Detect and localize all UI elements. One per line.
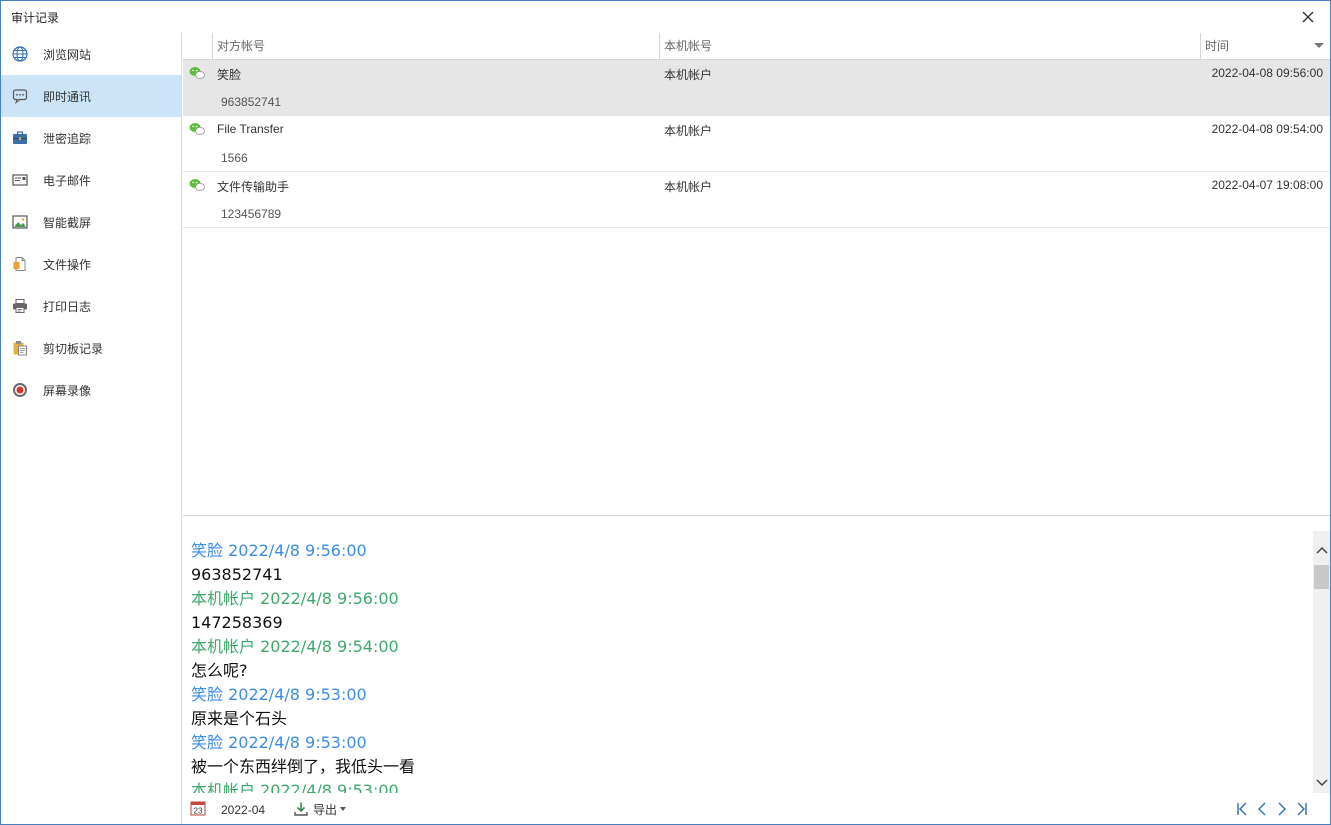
title-bar: 审计记录 — [1, 1, 1330, 33]
briefcase-icon — [11, 129, 29, 147]
sidebar-item-print-log[interactable]: 打印日志 — [1, 285, 181, 327]
sidebar-item-email[interactable]: 电子邮件 — [1, 159, 181, 201]
scroll-down-button[interactable] — [1313, 774, 1330, 791]
date-filter[interactable]: 2022-04 — [221, 803, 265, 817]
chat-scrollbar[interactable] — [1313, 531, 1330, 793]
sidebar-item-label: 浏览网站 — [43, 47, 92, 62]
scroll-up-button[interactable] — [1313, 541, 1330, 558]
sidebar-item-label: 泄密追踪 — [43, 131, 92, 146]
chevron-down-icon — [340, 807, 347, 811]
chevron-right-icon — [1278, 802, 1286, 816]
sidebar-item-leak-tracking[interactable]: 泄密追踪 — [1, 117, 181, 159]
sidebar-item-label: 文件操作 — [43, 257, 92, 272]
window-title: 审计记录 — [11, 11, 60, 25]
calendar-icon: 23 — [190, 801, 206, 816]
column-header-time[interactable]: 时间 — [1200, 33, 1330, 59]
wechat-icon — [189, 122, 205, 136]
clipboard-icon — [11, 339, 29, 357]
sidebar-item-instant-messaging[interactable]: 即时通讯 — [1, 75, 181, 117]
sidebar-item-label: 屏幕录像 — [43, 383, 92, 398]
export-button[interactable]: 导出 — [293, 799, 347, 819]
chat-sender-line: 笑脸 2022/4/8 9:56:00 — [191, 541, 367, 560]
chat-message: 147258369 — [191, 613, 283, 632]
sidebar-item-label: 打印日志 — [43, 299, 92, 314]
chat-message: 原来是个石头 — [191, 709, 288, 728]
chat-sender-line: 笑脸 2022/4/8 9:53:00 — [191, 733, 367, 752]
image-icon — [11, 213, 29, 231]
sidebar-item-clipboard-record[interactable]: 剪切板记录 — [1, 327, 181, 369]
first-page-button[interactable] — [1232, 800, 1252, 818]
last-page-button[interactable] — [1292, 800, 1312, 818]
next-page-button[interactable] — [1272, 800, 1292, 818]
conversation-list: 笑脸 963852741 本机帐户 2022-04-08 09:56:00 Fi… — [183, 60, 1330, 228]
table-row[interactable]: 笑脸 963852741 本机帐户 2022-04-08 09:56:00 — [183, 60, 1330, 116]
sidebar-item-file-operations[interactable]: 文件操作 — [1, 243, 181, 285]
sidebar: 浏览网站 即时通讯 泄密追踪 电子邮件 智能截屏 文件操作 打印日志 剪切板记录… — [1, 33, 182, 824]
printer-icon — [11, 297, 29, 315]
sidebar-item-screen-recording[interactable]: 屏幕录像 — [1, 369, 181, 411]
chat-transcript: 笑脸 2022/4/8 9:56:00 963852741 本机帐户 2022/… — [183, 531, 1313, 793]
chat-message: 怎么呢? — [191, 661, 248, 680]
globe-icon — [11, 45, 29, 63]
peer-id: 1566 — [221, 151, 248, 165]
email-icon — [11, 171, 29, 189]
export-label: 导出 — [313, 802, 338, 817]
sidebar-item-label: 即时通讯 — [43, 89, 92, 104]
sidebar-item-label: 剪切板记录 — [43, 341, 104, 356]
record-time: 2022-04-08 09:54:00 — [1211, 122, 1323, 136]
file-icon — [11, 255, 29, 273]
column-header-local-account[interactable]: 本机帐号 — [659, 33, 1200, 59]
last-page-icon — [1297, 802, 1307, 816]
wechat-icon — [189, 66, 205, 80]
local-account: 本机帐户 — [664, 68, 713, 82]
chat-sender-line: 本机帐户 2022/4/8 9:53:00 — [191, 781, 399, 793]
chat-message: 被一个东西绊倒了，我低头一看 — [191, 757, 416, 776]
sort-desc-icon — [1314, 43, 1324, 48]
footer-bar: 23 2022-04 导出 — [183, 795, 1330, 824]
first-page-icon — [1237, 802, 1247, 816]
sidebar-item-label: 电子邮件 — [43, 173, 92, 188]
column-header-peer-account[interactable]: 对方帐号 — [212, 33, 659, 59]
chevron-left-icon — [1258, 802, 1266, 816]
table-row[interactable]: 文件传输助手 123456789 本机帐户 2022-04-07 19:08:0… — [183, 172, 1330, 228]
pagination — [1232, 800, 1312, 818]
chevron-up-icon — [1315, 546, 1328, 554]
table-row[interactable]: File Transfer 1566 本机帐户 2022-04-08 09:54… — [183, 116, 1330, 172]
record-time: 2022-04-07 19:08:00 — [1211, 178, 1323, 192]
download-icon — [294, 802, 308, 816]
chat-message: 963852741 — [191, 565, 283, 584]
sidebar-item-smart-screenshot[interactable]: 智能截屏 — [1, 201, 181, 243]
close-icon — [1302, 11, 1314, 23]
chat-icon — [11, 87, 29, 105]
chat-sender-line: 笑脸 2022/4/8 9:53:00 — [191, 685, 367, 704]
chevron-down-icon — [1315, 778, 1328, 786]
local-account: 本机帐户 — [664, 180, 713, 194]
wechat-icon — [189, 178, 205, 192]
calendar-button[interactable]: 23 — [190, 800, 206, 816]
chat-sender-line: 本机帐户 2022/4/8 9:54:00 — [191, 637, 399, 656]
calendar-day: 23 — [194, 806, 203, 815]
peer-id: 123456789 — [221, 207, 282, 221]
record-time: 2022-04-08 09:56:00 — [1211, 66, 1323, 80]
close-button[interactable] — [1298, 7, 1318, 27]
peer-name: File Transfer — [217, 122, 284, 136]
column-header-time-label: 时间 — [1205, 39, 1230, 53]
record-icon — [11, 381, 29, 399]
peer-id: 963852741 — [221, 95, 282, 109]
panel-splitter[interactable] — [183, 515, 1330, 516]
local-account: 本机帐户 — [664, 124, 713, 138]
main-panel: 对方帐号 本机帐号 时间 笑脸 963852741 本机帐户 2022-04-0… — [183, 33, 1330, 824]
previous-page-button[interactable] — [1252, 800, 1272, 818]
peer-name: 笑脸 — [217, 68, 242, 82]
chat-sender-line: 本机帐户 2022/4/8 9:56:00 — [191, 589, 399, 608]
scroll-thumb[interactable] — [1314, 565, 1329, 589]
peer-name: 文件传输助手 — [217, 180, 290, 194]
audit-window: 审计记录 浏览网站 即时通讯 泄密追踪 电子邮件 智能截屏 文件操作 打印日志 … — [0, 0, 1331, 825]
sidebar-item-browse-web[interactable]: 浏览网站 — [1, 33, 181, 75]
grid-header: 对方帐号 本机帐号 时间 — [183, 33, 1330, 60]
sidebar-item-label: 智能截屏 — [43, 215, 92, 230]
